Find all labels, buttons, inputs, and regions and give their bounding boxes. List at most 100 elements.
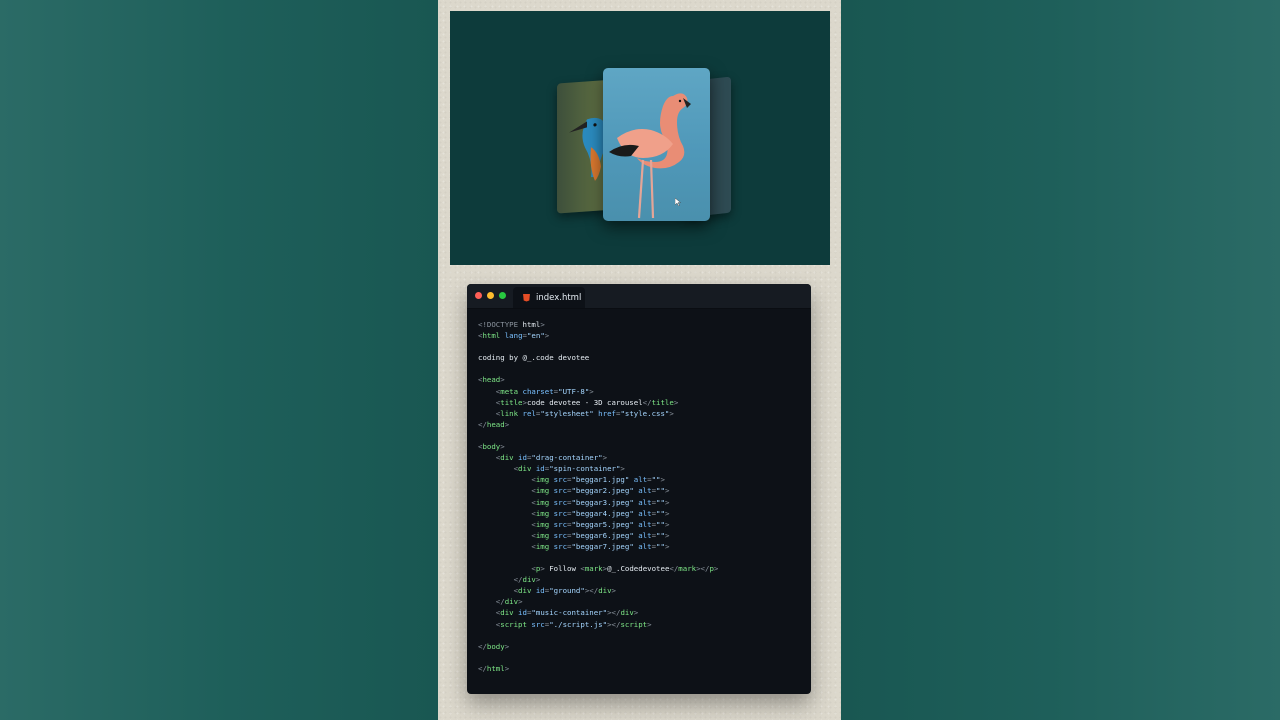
code-token: alt	[633, 519, 652, 529]
code-token: div	[620, 608, 634, 618]
code-token: </	[478, 575, 523, 585]
code-token: html	[482, 331, 501, 341]
code-token: img	[535, 519, 550, 529]
code-line: <body>	[478, 441, 805, 452]
code-token: </	[478, 419, 487, 429]
code-token: body	[482, 442, 501, 452]
code-line: coding by @_.code devotee	[478, 352, 805, 363]
code-token: img	[535, 541, 550, 551]
code-token: ></	[607, 608, 621, 618]
code-token: <	[478, 386, 501, 396]
code-token: >	[620, 464, 625, 474]
carousel-card-flamingo[interactable]	[603, 68, 710, 221]
maximize-window-button[interactable]	[499, 292, 506, 299]
code-token: <	[478, 586, 519, 596]
code-token: >	[713, 564, 719, 574]
code-line: <img src="beggar5.jpeg" alt="">	[478, 519, 805, 530]
code-token: <	[478, 464, 519, 474]
code-token: src	[549, 519, 568, 529]
code-token: ""	[656, 497, 665, 507]
code-token: src	[526, 619, 545, 629]
code-token: <	[478, 530, 536, 540]
code-token: id	[513, 608, 527, 618]
code-token: img	[535, 475, 550, 485]
code-token: ></	[607, 619, 621, 629]
code-token: src	[549, 475, 568, 485]
code-line: <!DOCTYPE html>	[478, 319, 805, 330]
code-token: </	[642, 397, 652, 407]
code-token: div	[500, 608, 514, 618]
code-token: ></	[584, 586, 599, 596]
code-token: <	[478, 497, 536, 507]
code-token: "beggar4.jpeg"	[571, 508, 634, 518]
code-token: "beggar2.jpeg"	[571, 486, 634, 496]
code-token: <	[478, 541, 536, 551]
code-token: <	[478, 408, 501, 418]
code-token: >	[504, 419, 510, 429]
code-token: alt	[629, 475, 648, 485]
code-token: id	[531, 586, 545, 596]
code-token: >	[633, 608, 639, 618]
code-token: "stylesheet"	[540, 408, 594, 418]
code-token: alt	[633, 486, 652, 496]
code-token: title	[651, 397, 674, 407]
code-token: "./script.js"	[549, 619, 608, 629]
code-token: html	[486, 663, 505, 673]
carousel-preview[interactable]	[450, 11, 830, 265]
code-token: @_.Codedevotee	[607, 564, 670, 574]
code-line: <div id="ground"></div>	[478, 585, 805, 596]
code-token: div	[500, 453, 514, 463]
code-line: <div id="drag-container">	[478, 452, 805, 463]
mouse-cursor-icon	[675, 198, 681, 206]
code-token: ></	[696, 564, 710, 574]
code-token: >	[518, 597, 523, 607]
code-token: alt	[633, 497, 652, 507]
code-token: alt	[633, 541, 652, 551]
code-token: "drag-container"	[531, 453, 603, 463]
code-token: img	[535, 530, 550, 540]
code-token: >	[664, 530, 670, 540]
code-token: "beggar7.jpeg"	[571, 541, 634, 551]
tab-index-html[interactable]: index.html	[513, 287, 585, 308]
minimize-window-button[interactable]	[487, 292, 494, 299]
code-token: >	[602, 453, 608, 463]
code-token: div	[518, 464, 532, 474]
code-line: <link rel="stylesheet" href="style.css">	[478, 408, 805, 419]
code-line: <img src="beggar6.jpeg" alt="">	[478, 530, 805, 541]
code-token: >	[647, 619, 652, 629]
code-token: ""	[656, 519, 665, 529]
code-token: div	[504, 597, 519, 607]
code-token: body	[486, 641, 505, 651]
code-token: >	[664, 519, 670, 529]
code-line: <img src="beggar7.jpeg" alt="">	[478, 541, 805, 552]
code-token: >	[540, 564, 550, 574]
code-token: "UTF-8"	[558, 386, 590, 396]
code-token: ""	[656, 541, 665, 551]
code-token: "ground"	[549, 586, 585, 596]
code-token: >	[504, 641, 510, 651]
editor-titlebar: index.html	[467, 284, 811, 309]
code-token: >	[664, 486, 670, 496]
code-token: meta	[500, 386, 519, 396]
code-line: <div id="music-container"></div>	[478, 607, 805, 618]
close-window-button[interactable]	[475, 292, 482, 299]
code-token: img	[535, 497, 550, 507]
code-token: title	[500, 397, 523, 407]
code-token: head	[486, 419, 505, 429]
code-token: ""	[656, 486, 665, 496]
code-token: coding by @_.code devotee	[478, 353, 590, 363]
code-token: </	[478, 663, 487, 673]
code-token: <!DOCTYPE	[478, 320, 523, 329]
code-token: src	[549, 530, 568, 540]
code-line: <p> Follow <mark>@_.Codedevotee</mark></…	[478, 563, 805, 574]
code-content[interactable]: <!DOCTYPE html> <html lang="en"> coding by…	[478, 319, 805, 674]
code-line: <img src="beggar2.jpeg" alt="">	[478, 485, 805, 496]
code-token: alt	[633, 530, 652, 540]
code-line: </div>	[478, 574, 805, 585]
code-token: img	[535, 508, 550, 518]
code-token: "beggar3.jpeg"	[571, 497, 634, 507]
code-line: <img src="beggar1.jpg" alt="">	[478, 474, 805, 485]
code-line: </head>	[478, 419, 805, 430]
